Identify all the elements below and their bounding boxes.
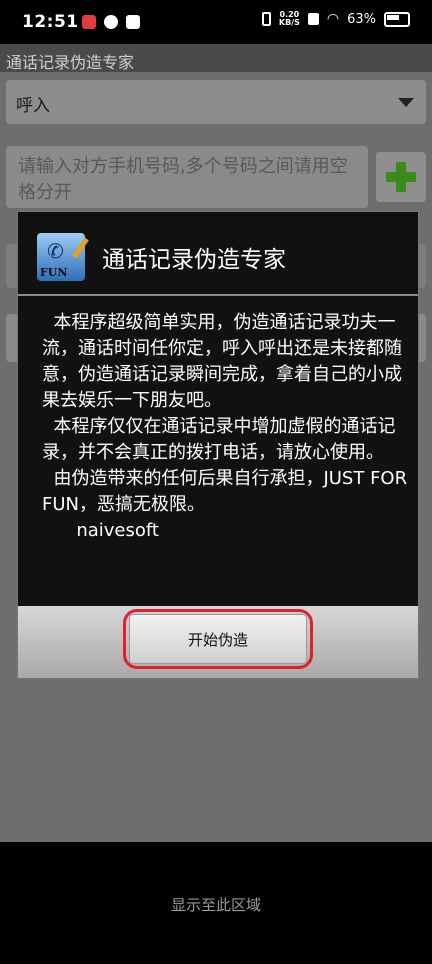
sim-icon bbox=[307, 13, 319, 25]
dialog-title: 通话记录伪造专家 bbox=[102, 247, 286, 273]
highlight-ring bbox=[123, 609, 313, 669]
phone-number-input[interactable]: 请输入对方手机号码,多个号码之间请用空格分开 bbox=[6, 146, 368, 208]
dialog-message: 本程序超级简单实用，伪造通话记录功夫一流，通话时间任你定，呼入呼出还是未接都随意… bbox=[42, 310, 410, 544]
app-logo-icon: ✆ FUN bbox=[37, 233, 89, 281]
net-speed: 0.20 KB/S bbox=[278, 10, 300, 27]
message-icon bbox=[126, 15, 140, 29]
call-type-value: 呼入 bbox=[16, 96, 50, 116]
dialog-paragraph: 本程序仅仅在通话记录中增加虚假的通话记录，并不会真正的拨打电话，请放心使用。 bbox=[42, 416, 396, 463]
vibrate-icon bbox=[261, 12, 271, 26]
tiktok-icon bbox=[104, 15, 118, 29]
add-contact-button[interactable] bbox=[376, 152, 426, 202]
dialog-divider bbox=[18, 294, 418, 296]
wifi-icon: ◠ bbox=[326, 11, 340, 27]
bottom-bar: 显示至此区域 bbox=[0, 842, 432, 964]
app-title: 通话记录伪造专家 bbox=[6, 53, 135, 72]
dialog-header: ✆ FUN 通话记录伪造专家 bbox=[18, 212, 418, 294]
battery-icon bbox=[384, 11, 410, 27]
status-time: 12:51 bbox=[22, 12, 79, 32]
call-type-select[interactable]: 呼入 bbox=[6, 80, 426, 124]
dialog-signature: naivesoft bbox=[76, 520, 159, 541]
intro-dialog: ✆ FUN 通话记录伪造专家 本程序超级简单实用，伪造通话记录功夫一流，通话时间… bbox=[17, 211, 419, 679]
phone-number-placeholder: 请输入对方手机号码,多个号码之间请用空格分开 bbox=[18, 156, 348, 203]
status-bar: 12:51 0.20 KB/S ◠ 63% bbox=[0, 0, 432, 44]
app-notification-icon bbox=[82, 15, 96, 29]
dropdown-arrow-icon bbox=[398, 98, 414, 107]
display-area-label: 显示至此区域 bbox=[170, 896, 261, 914]
dialog-paragraph: 本程序超级简单实用，伪造通话记录功夫一流，通话时间任你定，呼入呼出还是未接都随意… bbox=[42, 312, 402, 411]
status-right: 0.20 KB/S ◠ 63% bbox=[261, 10, 410, 27]
battery-percent: 63% bbox=[347, 11, 376, 27]
dialog-footer: 开始伪造 bbox=[18, 606, 418, 678]
notification-icons bbox=[82, 15, 140, 29]
dialog-paragraph: 由伪造带来的任何后果自行承担，JUST FOR FUN，恶搞无极限。 bbox=[42, 468, 413, 515]
